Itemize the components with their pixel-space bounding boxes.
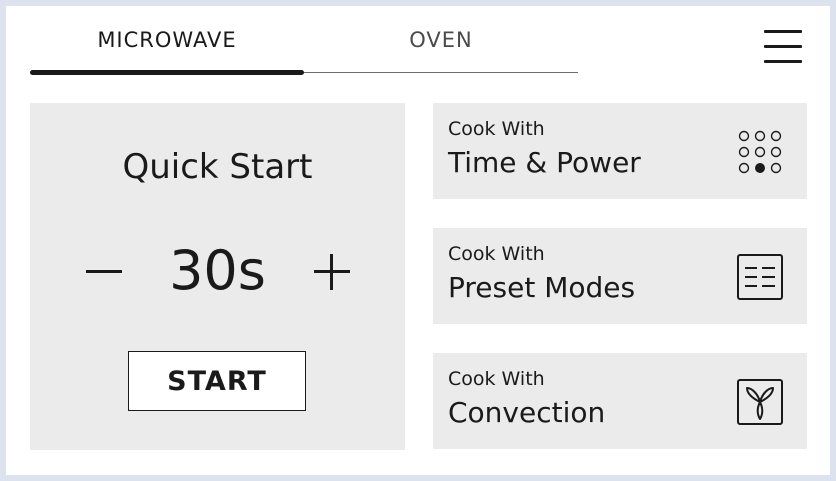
start-button[interactable]: START bbox=[128, 351, 306, 411]
time-adjuster: 30s bbox=[30, 241, 405, 301]
cook-preset-modes-card[interactable]: Cook With Preset Modes bbox=[433, 228, 807, 324]
menu-line bbox=[764, 45, 802, 48]
card-subtitle: Cook With bbox=[448, 368, 545, 390]
increase-time-button[interactable] bbox=[312, 247, 352, 295]
cook-convection-card[interactable]: Cook With Convection bbox=[433, 353, 807, 449]
fan-icon bbox=[735, 377, 785, 427]
mode-tabs: MICROWAVE OVEN bbox=[30, 6, 578, 76]
menu-line bbox=[764, 60, 802, 63]
list-icon bbox=[735, 252, 785, 302]
tab-oven[interactable]: OVEN bbox=[304, 6, 578, 74]
cook-time-power-card[interactable]: Cook With Time & Power bbox=[433, 103, 807, 199]
microwave-control-screen: MICROWAVE OVEN Quick Start 30s START Coo… bbox=[6, 6, 830, 475]
card-title: Time & Power bbox=[448, 146, 641, 179]
menu-line bbox=[764, 30, 802, 33]
card-subtitle: Cook With bbox=[448, 243, 545, 265]
active-tab-indicator bbox=[30, 70, 304, 75]
card-title: Preset Modes bbox=[448, 271, 636, 304]
quick-start-time-value: 30s bbox=[169, 239, 266, 302]
decrease-time-button[interactable] bbox=[84, 247, 124, 295]
tab-microwave[interactable]: MICROWAVE bbox=[30, 6, 304, 74]
quick-start-title: Quick Start bbox=[122, 147, 313, 187]
keypad-dots-icon bbox=[735, 127, 785, 177]
quick-start-panel: Quick Start 30s START bbox=[30, 103, 405, 450]
card-title: Convection bbox=[448, 396, 606, 429]
card-subtitle: Cook With bbox=[448, 118, 545, 140]
hamburger-menu-icon[interactable] bbox=[762, 26, 806, 70]
